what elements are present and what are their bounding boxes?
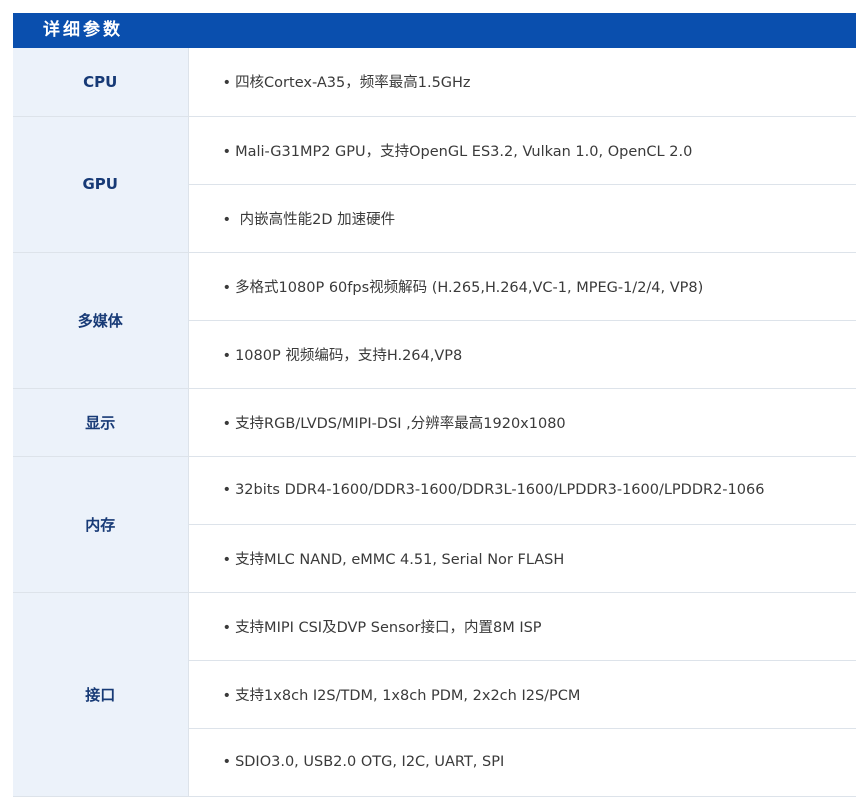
table-row: 内存 • 32bits DDR4-1600/DDR3-1600/DDR3L-160… bbox=[13, 456, 856, 593]
spec-item: • 1080P 视频编码，支持H.264,VP8 bbox=[187, 320, 856, 389]
spec-item-text: 四核Cortex-A35，频率最高1.5GHz bbox=[235, 75, 471, 92]
spec-page: 详细参数 CPU • 四核Cortex-A35，频率最高1.5GHz GPU • M… bbox=[0, 0, 856, 812]
spec-item: • 32bits DDR4-1600/DDR3-1600/DDR3L-1600/L… bbox=[187, 456, 856, 525]
spec-item: • 四核Cortex-A35，频率最高1.5GHz bbox=[187, 48, 856, 117]
spec-item: • 支持1x8ch I2S/TDM, 1x8ch PDM, 2x2ch I2S/P… bbox=[187, 660, 856, 729]
bullet-icon: • bbox=[222, 551, 232, 568]
spec-item: • 内嵌高性能2D 加速硬件 bbox=[187, 184, 856, 253]
spec-item: • 支持MIPI CSI及DVP Sensor接口，内置8M ISP bbox=[187, 592, 856, 661]
bullet-icon: • bbox=[222, 279, 232, 296]
category-cell: 显示 bbox=[13, 388, 188, 457]
spec-item: • SDIO3.0, USB2.0 OTG, I2C, UART, SPI bbox=[187, 728, 856, 797]
bullet-icon: • bbox=[222, 347, 232, 364]
spec-item-text: 支持RGB/LVDS/MIPI-DSI ,分辨率最高1920x1080 bbox=[235, 415, 566, 432]
section-header: 详细参数 bbox=[13, 13, 856, 48]
spec-item-text: Mali-G31MP2 GPU，支持OpenGL ES3.2, Vulkan 1… bbox=[235, 143, 693, 160]
bullet-icon: • bbox=[222, 482, 232, 498]
spec-item-text: 1080P 视频编码，支持H.264,VP8 bbox=[235, 347, 463, 364]
bullet-icon: • bbox=[222, 687, 232, 704]
bullet-icon: • bbox=[222, 415, 232, 432]
spec-item: • Mali-G31MP2 GPU，支持OpenGL ES3.2, Vulkan … bbox=[187, 116, 856, 185]
table-row: 接口 • 支持MIPI CSI及DVP Sensor接口，内置8M ISP bbox=[13, 592, 856, 797]
bullet-icon: • bbox=[222, 619, 232, 636]
spec-item-text: 支持MLC NAND, eMMC 4.51, Serial Nor FLASH bbox=[235, 551, 565, 568]
category-cell: GPU bbox=[13, 116, 188, 253]
table-row: CPU • 四核Cortex-A35，频率最高1.5GHz bbox=[13, 48, 856, 117]
category-cell: 内存 bbox=[13, 456, 188, 593]
spec-item: • 支持RGB/LVDS/MIPI-DSI ,分辨率最高1920x1080 bbox=[187, 388, 856, 457]
spec-item-text: 支持1x8ch I2S/TDM, 1x8ch PDM, 2x2ch I2S/PC… bbox=[235, 687, 581, 704]
bullet-icon: • bbox=[222, 211, 232, 228]
category-cell: 接口 bbox=[13, 592, 188, 797]
spec-item: • 多格式1080P 60fps视频解码 (H.265,H.264,VC-1, M… bbox=[187, 252, 856, 321]
spec-table: CPU • 四核Cortex-A35，频率最高1.5GHz GPU • Mali-G… bbox=[13, 48, 856, 797]
spec-item-text: 支持MIPI CSI及DVP Sensor接口，内置8M ISP bbox=[235, 619, 542, 636]
spec-item-text: 32bits DDR4-1600/DDR3-1600/DDR3L-1600/LP… bbox=[235, 482, 765, 498]
spec-item-text: SDIO3.0, USB2.0 OTG, I2C, UART, SPI bbox=[235, 754, 505, 770]
table-row: GPU • Mali-G31MP2 GPU，支持OpenGL ES3.2, Vul… bbox=[13, 116, 856, 253]
bullet-icon: • bbox=[222, 143, 232, 160]
bullet-icon: • bbox=[222, 75, 232, 92]
spec-item: • 支持MLC NAND, eMMC 4.51, Serial Nor FLASH bbox=[187, 524, 856, 593]
category-cell: CPU bbox=[13, 48, 188, 117]
category-cell: 多媒体 bbox=[13, 252, 188, 389]
spec-item-text: 多格式1080P 60fps视频解码 (H.265,H.264,VC-1, MP… bbox=[235, 279, 704, 296]
table-row: 显示 • 支持RGB/LVDS/MIPI-DSI ,分辨率最高1920x1080 bbox=[13, 388, 856, 457]
bullet-icon: • bbox=[222, 754, 232, 770]
spec-item-text: 内嵌高性能2D 加速硬件 bbox=[235, 211, 396, 228]
table-row: 多媒体 • 多格式1080P 60fps视频解码 (H.265,H.264,VC-… bbox=[13, 252, 856, 389]
